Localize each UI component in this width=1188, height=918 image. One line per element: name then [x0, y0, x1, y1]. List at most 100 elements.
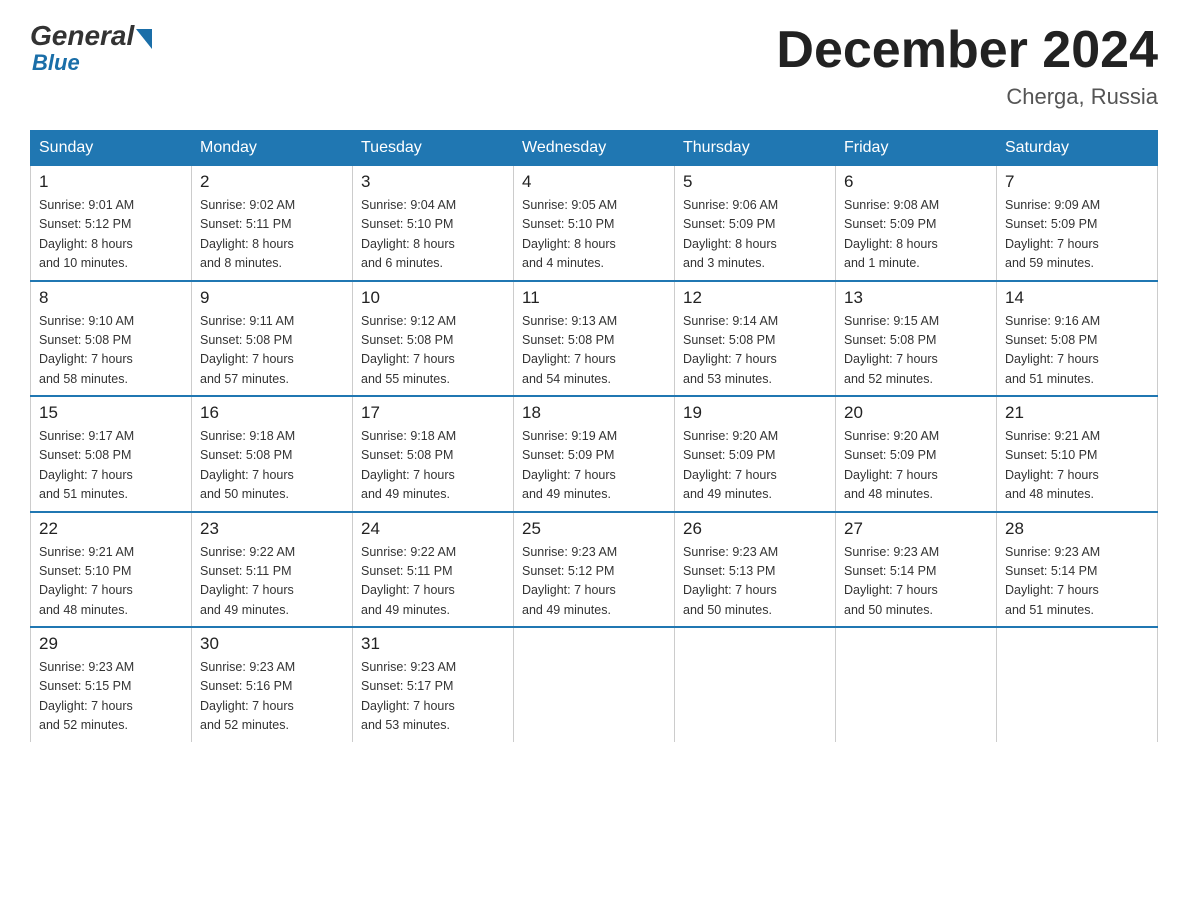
day-number: 18 [522, 403, 666, 423]
calendar-day-cell: 13 Sunrise: 9:15 AM Sunset: 5:08 PM Dayl… [836, 281, 997, 397]
day-number: 12 [683, 288, 827, 308]
calendar-day-cell: 22 Sunrise: 9:21 AM Sunset: 5:10 PM Dayl… [31, 512, 192, 628]
calendar-day-cell: 18 Sunrise: 9:19 AM Sunset: 5:09 PM Dayl… [514, 396, 675, 512]
day-number: 27 [844, 519, 988, 539]
day-info: Sunrise: 9:23 AM Sunset: 5:12 PM Dayligh… [522, 543, 666, 621]
calendar-day-cell: 17 Sunrise: 9:18 AM Sunset: 5:08 PM Dayl… [353, 396, 514, 512]
calendar-day-cell: 16 Sunrise: 9:18 AM Sunset: 5:08 PM Dayl… [192, 396, 353, 512]
day-info: Sunrise: 9:22 AM Sunset: 5:11 PM Dayligh… [200, 543, 344, 621]
day-info: Sunrise: 9:12 AM Sunset: 5:08 PM Dayligh… [361, 312, 505, 390]
day-info: Sunrise: 9:05 AM Sunset: 5:10 PM Dayligh… [522, 196, 666, 274]
calendar-day-cell: 8 Sunrise: 9:10 AM Sunset: 5:08 PM Dayli… [31, 281, 192, 397]
day-info: Sunrise: 9:23 AM Sunset: 5:15 PM Dayligh… [39, 658, 183, 736]
weekday-header-thursday: Thursday [675, 131, 836, 166]
day-number: 2 [200, 172, 344, 192]
calendar-day-cell: 12 Sunrise: 9:14 AM Sunset: 5:08 PM Dayl… [675, 281, 836, 397]
weekday-header-monday: Monday [192, 131, 353, 166]
calendar-day-cell: 14 Sunrise: 9:16 AM Sunset: 5:08 PM Dayl… [997, 281, 1158, 397]
day-info: Sunrise: 9:15 AM Sunset: 5:08 PM Dayligh… [844, 312, 988, 390]
day-number: 14 [1005, 288, 1149, 308]
day-number: 23 [200, 519, 344, 539]
calendar-header-row: SundayMondayTuesdayWednesdayThursdayFrid… [31, 131, 1158, 166]
weekday-header-friday: Friday [836, 131, 997, 166]
calendar-day-cell: 28 Sunrise: 9:23 AM Sunset: 5:14 PM Dayl… [997, 512, 1158, 628]
calendar-day-cell: 21 Sunrise: 9:21 AM Sunset: 5:10 PM Dayl… [997, 396, 1158, 512]
day-info: Sunrise: 9:17 AM Sunset: 5:08 PM Dayligh… [39, 427, 183, 505]
calendar-day-cell [514, 627, 675, 742]
weekday-header-sunday: Sunday [31, 131, 192, 166]
day-number: 21 [1005, 403, 1149, 423]
day-info: Sunrise: 9:14 AM Sunset: 5:08 PM Dayligh… [683, 312, 827, 390]
day-info: Sunrise: 9:10 AM Sunset: 5:08 PM Dayligh… [39, 312, 183, 390]
day-number: 28 [1005, 519, 1149, 539]
calendar-week-row: 8 Sunrise: 9:10 AM Sunset: 5:08 PM Dayli… [31, 281, 1158, 397]
title-block: December 2024 Cherga, Russia [776, 20, 1158, 110]
weekday-header-saturday: Saturday [997, 131, 1158, 166]
day-number: 9 [200, 288, 344, 308]
calendar-day-cell [836, 627, 997, 742]
day-info: Sunrise: 9:13 AM Sunset: 5:08 PM Dayligh… [522, 312, 666, 390]
day-number: 13 [844, 288, 988, 308]
day-info: Sunrise: 9:02 AM Sunset: 5:11 PM Dayligh… [200, 196, 344, 274]
calendar-week-row: 15 Sunrise: 9:17 AM Sunset: 5:08 PM Dayl… [31, 396, 1158, 512]
day-number: 1 [39, 172, 183, 192]
calendar-day-cell: 6 Sunrise: 9:08 AM Sunset: 5:09 PM Dayli… [836, 166, 997, 281]
day-number: 4 [522, 172, 666, 192]
day-number: 20 [844, 403, 988, 423]
logo-general-text: General [30, 20, 134, 52]
calendar-day-cell: 26 Sunrise: 9:23 AM Sunset: 5:13 PM Dayl… [675, 512, 836, 628]
day-info: Sunrise: 9:06 AM Sunset: 5:09 PM Dayligh… [683, 196, 827, 274]
day-info: Sunrise: 9:01 AM Sunset: 5:12 PM Dayligh… [39, 196, 183, 274]
calendar-day-cell: 24 Sunrise: 9:22 AM Sunset: 5:11 PM Dayl… [353, 512, 514, 628]
day-number: 24 [361, 519, 505, 539]
day-info: Sunrise: 9:21 AM Sunset: 5:10 PM Dayligh… [39, 543, 183, 621]
calendar-day-cell: 29 Sunrise: 9:23 AM Sunset: 5:15 PM Dayl… [31, 627, 192, 742]
day-number: 3 [361, 172, 505, 192]
calendar-day-cell: 31 Sunrise: 9:23 AM Sunset: 5:17 PM Dayl… [353, 627, 514, 742]
calendar-day-cell [997, 627, 1158, 742]
day-number: 26 [683, 519, 827, 539]
day-number: 8 [39, 288, 183, 308]
calendar-day-cell: 27 Sunrise: 9:23 AM Sunset: 5:14 PM Dayl… [836, 512, 997, 628]
weekday-header-tuesday: Tuesday [353, 131, 514, 166]
day-number: 16 [200, 403, 344, 423]
calendar-day-cell: 1 Sunrise: 9:01 AM Sunset: 5:12 PM Dayli… [31, 166, 192, 281]
calendar-day-cell: 3 Sunrise: 9:04 AM Sunset: 5:10 PM Dayli… [353, 166, 514, 281]
page-header: General Blue December 2024 Cherga, Russi… [30, 20, 1158, 110]
calendar-week-row: 1 Sunrise: 9:01 AM Sunset: 5:12 PM Dayli… [31, 166, 1158, 281]
day-info: Sunrise: 9:20 AM Sunset: 5:09 PM Dayligh… [683, 427, 827, 505]
day-info: Sunrise: 9:20 AM Sunset: 5:09 PM Dayligh… [844, 427, 988, 505]
day-info: Sunrise: 9:19 AM Sunset: 5:09 PM Dayligh… [522, 427, 666, 505]
day-number: 25 [522, 519, 666, 539]
day-info: Sunrise: 9:08 AM Sunset: 5:09 PM Dayligh… [844, 196, 988, 274]
logo-blue-text: Blue [32, 50, 80, 76]
calendar-week-row: 29 Sunrise: 9:23 AM Sunset: 5:15 PM Dayl… [31, 627, 1158, 742]
day-number: 17 [361, 403, 505, 423]
day-number: 5 [683, 172, 827, 192]
calendar-day-cell: 5 Sunrise: 9:06 AM Sunset: 5:09 PM Dayli… [675, 166, 836, 281]
logo-arrow-icon [136, 29, 152, 49]
calendar-day-cell: 30 Sunrise: 9:23 AM Sunset: 5:16 PM Dayl… [192, 627, 353, 742]
day-info: Sunrise: 9:09 AM Sunset: 5:09 PM Dayligh… [1005, 196, 1149, 274]
day-number: 31 [361, 634, 505, 654]
day-number: 7 [1005, 172, 1149, 192]
calendar-day-cell [675, 627, 836, 742]
day-number: 30 [200, 634, 344, 654]
day-info: Sunrise: 9:23 AM Sunset: 5:13 PM Dayligh… [683, 543, 827, 621]
weekday-header-wednesday: Wednesday [514, 131, 675, 166]
day-info: Sunrise: 9:11 AM Sunset: 5:08 PM Dayligh… [200, 312, 344, 390]
day-info: Sunrise: 9:23 AM Sunset: 5:14 PM Dayligh… [844, 543, 988, 621]
calendar-day-cell: 10 Sunrise: 9:12 AM Sunset: 5:08 PM Dayl… [353, 281, 514, 397]
day-info: Sunrise: 9:23 AM Sunset: 5:17 PM Dayligh… [361, 658, 505, 736]
calendar-subtitle: Cherga, Russia [776, 84, 1158, 110]
day-info: Sunrise: 9:16 AM Sunset: 5:08 PM Dayligh… [1005, 312, 1149, 390]
logo: General Blue [30, 20, 152, 76]
day-info: Sunrise: 9:18 AM Sunset: 5:08 PM Dayligh… [361, 427, 505, 505]
day-info: Sunrise: 9:23 AM Sunset: 5:14 PM Dayligh… [1005, 543, 1149, 621]
calendar-day-cell: 20 Sunrise: 9:20 AM Sunset: 5:09 PM Dayl… [836, 396, 997, 512]
day-number: 15 [39, 403, 183, 423]
day-number: 22 [39, 519, 183, 539]
calendar-week-row: 22 Sunrise: 9:21 AM Sunset: 5:10 PM Dayl… [31, 512, 1158, 628]
day-info: Sunrise: 9:04 AM Sunset: 5:10 PM Dayligh… [361, 196, 505, 274]
calendar-day-cell: 15 Sunrise: 9:17 AM Sunset: 5:08 PM Dayl… [31, 396, 192, 512]
